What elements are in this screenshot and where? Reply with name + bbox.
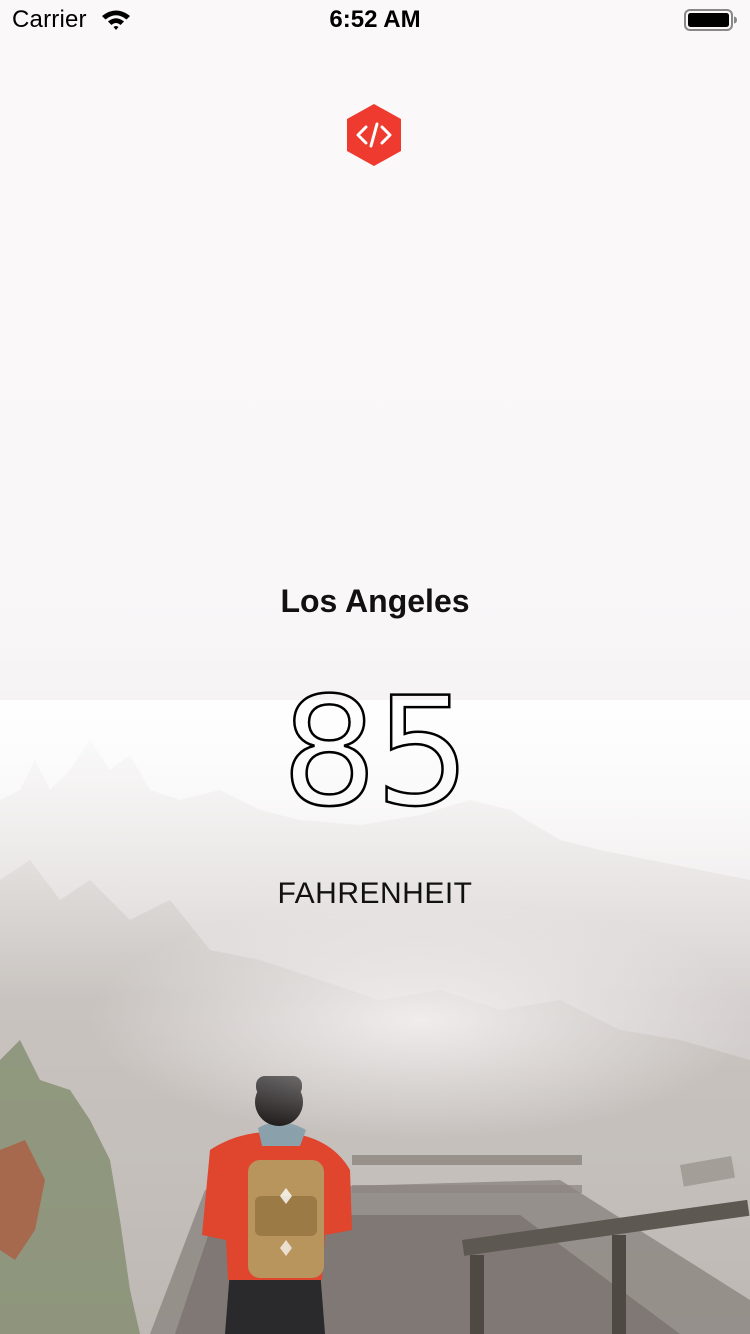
code-hexagon-icon (344, 102, 404, 168)
weather-screen: Carrier 6:52 AM Los Angeles 85 FAHRENHEI… (0, 0, 750, 1334)
city-name: Los Angeles (280, 583, 470, 619)
temperature-unit-label: FAHRENHEIT (277, 877, 473, 910)
status-bar: Carrier 6:52 AM (0, 0, 750, 40)
battery-full-icon (684, 8, 738, 32)
status-time: 6:52 AM (329, 6, 421, 33)
temperature-value: 85 (280, 666, 471, 840)
